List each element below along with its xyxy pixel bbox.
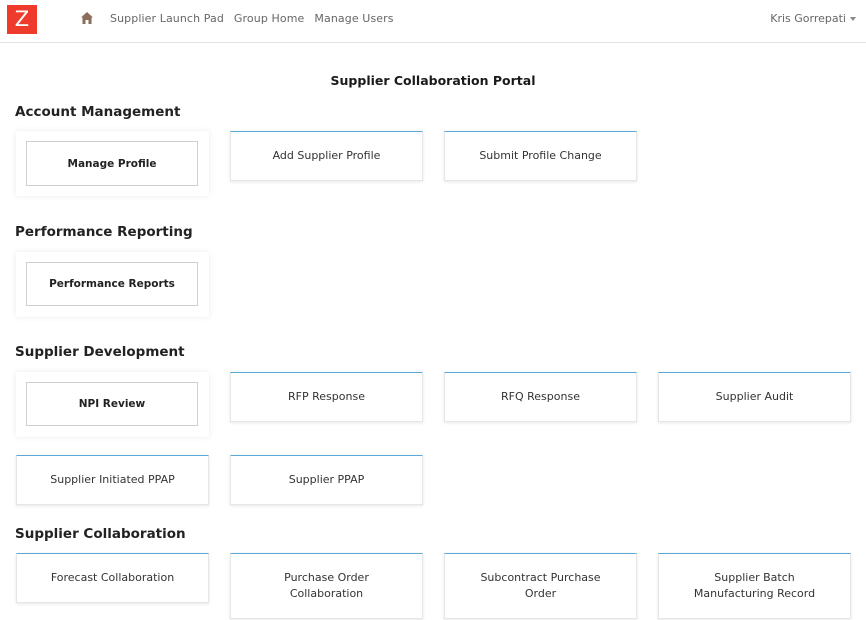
page-title: Supplier Collaboration Portal [330, 73, 536, 88]
tile-subcontract-purchase-order[interactable]: Subcontract Purchase Order [444, 553, 637, 619]
tile-label: Submit Profile Change [479, 149, 602, 162]
tile-label-line-1: Subcontract Purchase [480, 571, 601, 584]
tile-label: Supplier Audit [715, 390, 794, 403]
tile-rfq-response[interactable]: RFQ Response [444, 372, 637, 422]
tile-label-group: Supplier Batch Manufacturing Record [694, 570, 815, 602]
home-icon[interactable] [80, 11, 94, 25]
user-name: Kris Gorrepati [770, 12, 846, 25]
tile-label-line-2: Collaboration [289, 587, 364, 600]
section-heading-account-management: Account Management [15, 104, 181, 120]
nav-supplier-launch-pad[interactable]: Supplier Launch Pad [110, 12, 224, 25]
tile-manage-profile[interactable]: Manage Profile [26, 141, 198, 186]
tile-add-supplier-profile[interactable]: Add Supplier Profile [230, 131, 423, 181]
tile-forecast-collaboration[interactable]: Forecast Collaboration [16, 553, 209, 603]
section-heading-supplier-collaboration: Supplier Collaboration [15, 526, 186, 542]
tile-label-group: Purchase Order Collaboration [284, 570, 369, 602]
tile-label: Performance Reports [49, 278, 175, 290]
tile-label: Forecast Collaboration [50, 571, 175, 584]
tile-label-line-2: Order [524, 587, 557, 600]
tile-label: RFQ Response [501, 390, 580, 403]
tile-supplier-audit[interactable]: Supplier Audit [658, 372, 851, 422]
top-nav: Supplier Launch Pad Group Home Manage Us… [110, 12, 394, 25]
nav-group-home[interactable]: Group Home [234, 12, 304, 25]
app-logo[interactable]: Z [7, 5, 37, 34]
section-heading-supplier-development: Supplier Development [15, 344, 185, 360]
tile-npi-review[interactable]: NPI Review [26, 382, 198, 426]
user-menu[interactable]: Kris Gorrepati [770, 12, 856, 25]
tile-label-line-1: Supplier Batch [714, 571, 795, 584]
tile-performance-reports[interactable]: Performance Reports [26, 262, 198, 306]
tile-rfp-response[interactable]: RFP Response [230, 372, 423, 422]
tile-label: NPI Review [78, 398, 146, 410]
tile-label: Supplier Initiated PPAP [50, 473, 175, 486]
tile-label-line-1: Purchase Order [284, 571, 369, 584]
top-bar: Z Supplier Launch Pad Group Home Manage … [0, 0, 866, 43]
tile-label: Manage Profile [67, 157, 157, 170]
tile-supplier-ppap[interactable]: Supplier PPAP [230, 455, 423, 505]
section-heading-performance-reporting: Performance Reporting [15, 224, 193, 240]
chevron-down-icon [850, 17, 856, 21]
tile-label: RFP Response [288, 390, 365, 403]
tile-label-group: Forecast Collaboration [51, 570, 174, 586]
tile-supplier-initiated-ppap[interactable]: Supplier Initiated PPAP [16, 455, 209, 505]
tile-label-line-2: Manufacturing Record [693, 587, 816, 600]
tile-purchase-order-collaboration[interactable]: Purchase Order Collaboration [230, 553, 423, 619]
tile-label-group: Subcontract Purchase Order [480, 570, 600, 602]
tile-supplier-batch-manufacturing-record[interactable]: Supplier Batch Manufacturing Record [658, 553, 851, 619]
tile-label: Add Supplier Profile [272, 149, 381, 162]
tile-submit-profile-change[interactable]: Submit Profile Change [444, 131, 637, 181]
nav-manage-users[interactable]: Manage Users [314, 12, 393, 25]
tile-label: Supplier PPAP [288, 473, 365, 486]
